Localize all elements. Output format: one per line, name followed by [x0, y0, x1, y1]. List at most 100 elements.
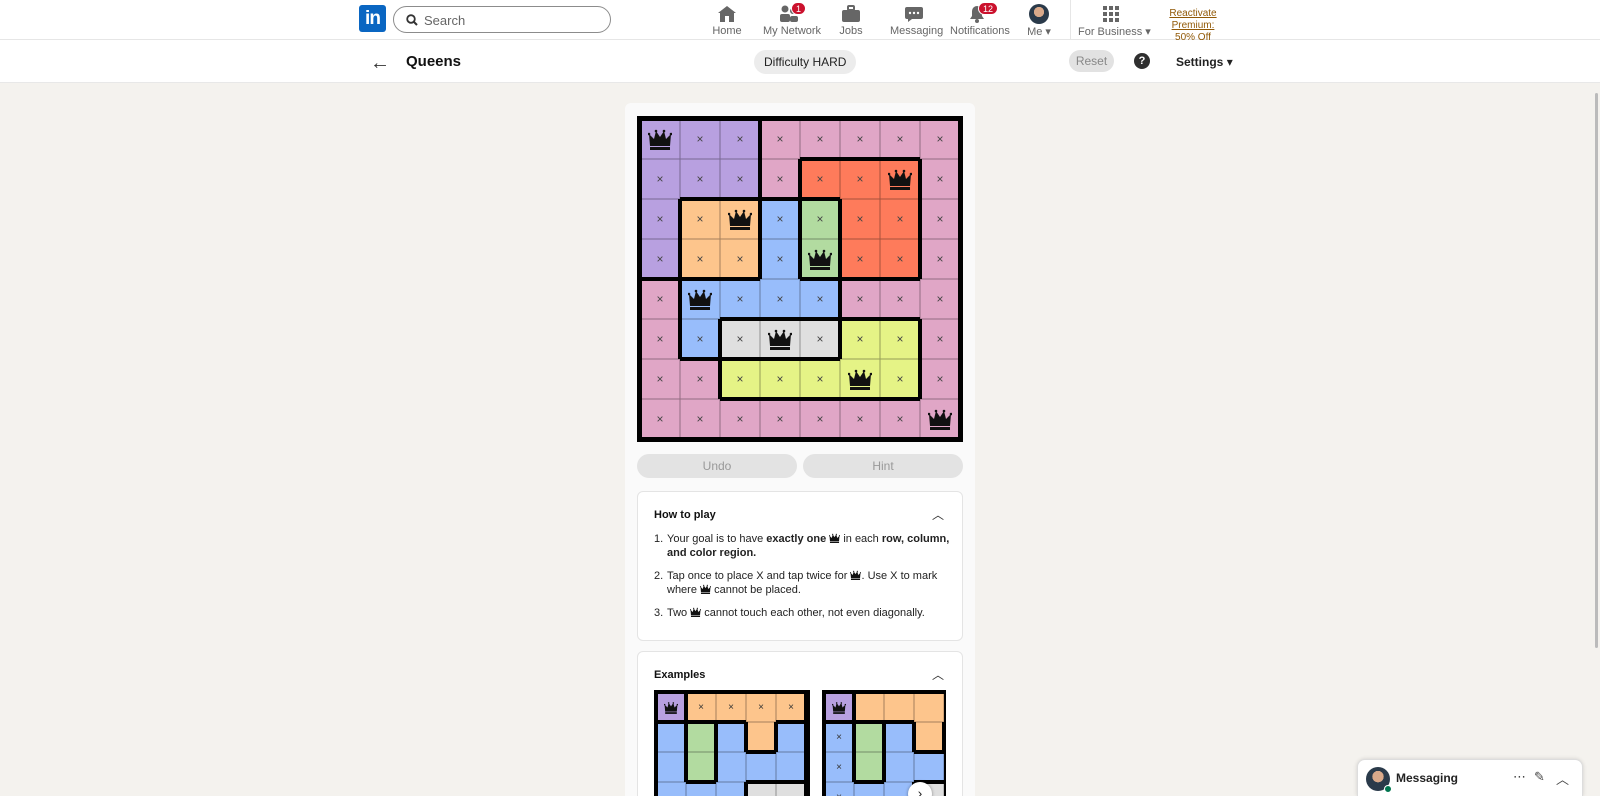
board-cell[interactable]: ×: [824, 722, 854, 752]
board-cell[interactable]: ×: [720, 319, 760, 359]
board-cell[interactable]: ×: [720, 359, 760, 399]
board-cell[interactable]: [716, 722, 746, 752]
reactivate-premium-link[interactable]: Reactivate Premium: 50% Off: [1148, 8, 1238, 44]
nav-messaging[interactable]: Messaging: [890, 4, 943, 38]
board-cell[interactable]: [884, 722, 914, 752]
board-cell[interactable]: ×: [680, 319, 720, 359]
scrollbar[interactable]: [1595, 93, 1598, 648]
board-cell[interactable]: [686, 752, 716, 782]
board-cell[interactable]: [920, 399, 960, 439]
board-cell[interactable]: ×: [716, 692, 746, 722]
board-cell[interactable]: [854, 722, 884, 752]
board-cell[interactable]: [716, 752, 746, 782]
board-cell[interactable]: [880, 159, 920, 199]
board-cell[interactable]: ×: [680, 399, 720, 439]
board-cell[interactable]: ×: [746, 692, 776, 722]
board-cell[interactable]: [680, 279, 720, 319]
how-to-play-title[interactable]: How to play: [654, 509, 716, 521]
board-cell[interactable]: ×: [680, 359, 720, 399]
board-cell[interactable]: ×: [800, 319, 840, 359]
board-cell[interactable]: [656, 782, 686, 796]
search-input[interactable]: [424, 11, 604, 29]
chevron-up-icon[interactable]: ︿: [1556, 769, 1569, 788]
board-cell[interactable]: [776, 752, 806, 782]
board-cell[interactable]: ×: [800, 119, 840, 159]
board-cell[interactable]: [800, 239, 840, 279]
search-box[interactable]: [393, 6, 611, 33]
board-cell[interactable]: ×: [800, 159, 840, 199]
help-icon[interactable]: ?: [1134, 53, 1150, 69]
board-cell[interactable]: ×: [720, 159, 760, 199]
board-cell[interactable]: ×: [920, 199, 960, 239]
board-cell[interactable]: ×: [640, 199, 680, 239]
more-options-icon[interactable]: ⋯: [1513, 769, 1526, 785]
board-cell[interactable]: ×: [776, 692, 806, 722]
board-cell[interactable]: ×: [760, 279, 800, 319]
board-cell[interactable]: ×: [880, 239, 920, 279]
board-cell[interactable]: ×: [824, 752, 854, 782]
nav-home[interactable]: Home: [712, 4, 742, 38]
board-cell[interactable]: ×: [640, 279, 680, 319]
board-cell[interactable]: [884, 692, 914, 722]
board-cell[interactable]: ×: [800, 359, 840, 399]
board-cell[interactable]: ×: [840, 199, 880, 239]
board-cell[interactable]: [944, 782, 946, 796]
chevron-up-icon[interactable]: ︿: [932, 506, 944, 523]
board-cell[interactable]: ×: [760, 359, 800, 399]
board-cell[interactable]: ×: [760, 119, 800, 159]
board-cell[interactable]: [746, 722, 776, 752]
nav-jobs[interactable]: Jobs: [836, 4, 866, 38]
board-cell[interactable]: ×: [640, 319, 680, 359]
board-cell[interactable]: ×: [760, 239, 800, 279]
board-cell[interactable]: ×: [760, 199, 800, 239]
board-cell[interactable]: [854, 782, 884, 796]
board-cell[interactable]: ×: [880, 359, 920, 399]
board-cell[interactable]: [746, 782, 776, 796]
board-cell[interactable]: [656, 752, 686, 782]
nav-notifications[interactable]: 12 Notifications: [950, 2, 1010, 38]
board-cell[interactable]: ×: [840, 239, 880, 279]
board-cell[interactable]: ×: [640, 239, 680, 279]
board-cell[interactable]: ×: [720, 119, 760, 159]
board-cell[interactable]: ×: [920, 239, 960, 279]
board-cell[interactable]: ×: [680, 239, 720, 279]
board-cell[interactable]: [776, 722, 806, 752]
board-cell[interactable]: ×: [640, 399, 680, 439]
board-cell[interactable]: ×: [800, 279, 840, 319]
board-cell[interactable]: ×: [640, 359, 680, 399]
board-cell[interactable]: ×: [760, 159, 800, 199]
board-cell[interactable]: [640, 119, 680, 159]
board-cell[interactable]: [686, 782, 716, 796]
settings-dropdown[interactable]: Settings ▾: [1176, 55, 1233, 69]
board-cell[interactable]: [776, 782, 806, 796]
board-cell[interactable]: [914, 752, 944, 782]
board-cell[interactable]: ×: [880, 399, 920, 439]
board-cell[interactable]: [656, 692, 686, 722]
board-cell[interactable]: [944, 722, 946, 752]
chevron-up-icon[interactable]: ︿: [932, 666, 944, 683]
messaging-bar[interactable]: Messaging ⋯ ✎ ︿: [1357, 759, 1583, 796]
board-cell[interactable]: [720, 199, 760, 239]
compose-icon[interactable]: ✎: [1534, 769, 1545, 785]
board-cell[interactable]: ×: [640, 159, 680, 199]
board-cell[interactable]: ×: [840, 119, 880, 159]
board-cell[interactable]: [656, 722, 686, 752]
board-cell[interactable]: ×: [920, 359, 960, 399]
board-cell[interactable]: ×: [720, 239, 760, 279]
board-cell[interactable]: [686, 722, 716, 752]
board-cell[interactable]: ×: [880, 199, 920, 239]
board-cell[interactable]: ×: [880, 279, 920, 319]
back-arrow-icon[interactable]: ←: [370, 52, 390, 75]
board-cell[interactable]: ×: [920, 159, 960, 199]
nav-me[interactable]: Me ▾: [1024, 4, 1054, 38]
board-cell[interactable]: [884, 752, 914, 782]
nav-for-business[interactable]: For Business ▾: [1078, 4, 1151, 38]
board-cell[interactable]: ×: [680, 199, 720, 239]
board-cell[interactable]: [854, 752, 884, 782]
board-cell[interactable]: ×: [686, 692, 716, 722]
reset-button[interactable]: Reset: [1069, 50, 1114, 72]
board-cell[interactable]: ×: [920, 279, 960, 319]
nav-my-network[interactable]: 1 My Network: [763, 2, 821, 38]
board-cell[interactable]: [760, 319, 800, 359]
examples-title[interactable]: Examples: [654, 669, 705, 681]
